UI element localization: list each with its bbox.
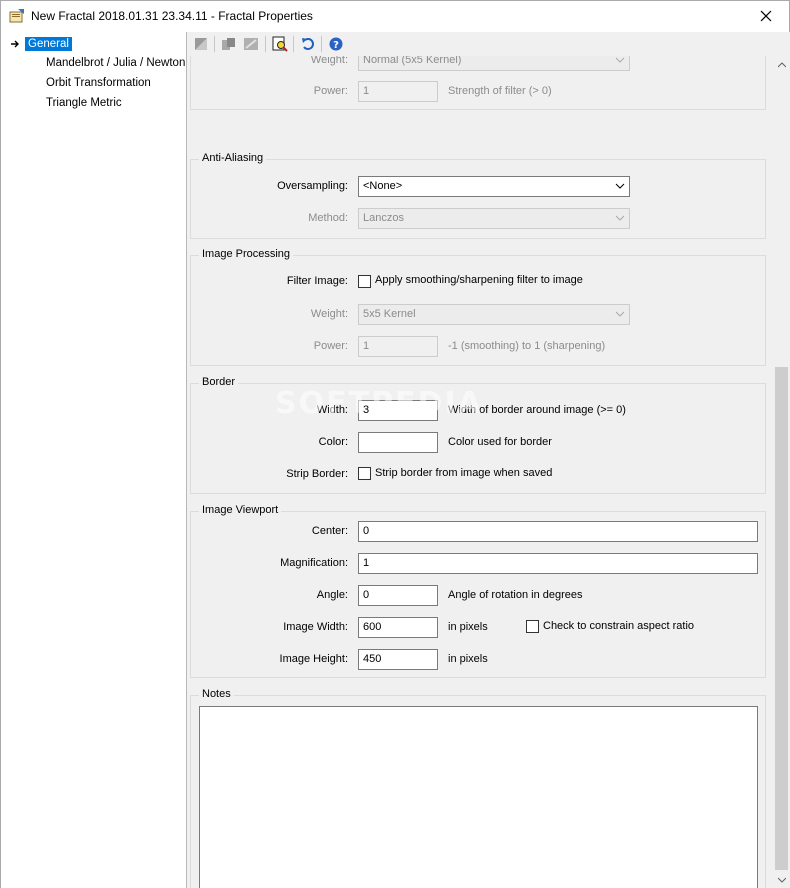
undo-icon	[302, 38, 314, 50]
chevron-down-icon	[615, 215, 625, 221]
scroll-down-button[interactable]	[773, 871, 790, 888]
angle-hint: Angle of rotation in degrees	[448, 589, 583, 601]
copy-settings-icon	[222, 38, 235, 50]
properties-content: Weight: Normal (5x5 Kernel) Power: 1 Str…	[187, 56, 773, 888]
notes-textarea[interactable]	[199, 706, 758, 888]
image-height-input[interactable]: 450	[358, 649, 438, 670]
image-viewport-title: Image Viewport	[199, 504, 282, 516]
image-processing-title: Image Processing	[199, 248, 294, 260]
image-height-hint: in pixels	[448, 653, 488, 665]
find-button[interactable]	[271, 35, 289, 53]
chevron-down-icon	[615, 57, 625, 63]
processing-power-label: Power:	[313, 340, 348, 352]
center-input[interactable]: 0	[358, 521, 758, 542]
border-width-hint: Width of border around image (>= 0)	[448, 404, 626, 416]
close-icon	[760, 10, 772, 22]
anti-aliasing-group: Anti-Aliasing Oversampling: <None> Metho…	[190, 152, 766, 239]
help-button[interactable]: ?	[327, 35, 345, 53]
scrollbar-thumb[interactable]	[775, 367, 788, 870]
oversampling-select[interactable]: <None>	[358, 176, 630, 197]
save-icon	[195, 38, 207, 50]
border-group: Border Width: 3 Width of border around i…	[190, 376, 766, 494]
notes-group: Notes	[190, 688, 766, 888]
border-width-label: Width:	[316, 404, 348, 416]
strip-border-checkbox-label[interactable]: Strip border from image when saved	[375, 467, 552, 479]
constrain-aspect-label[interactable]: Check to constrain aspect ratio	[543, 620, 694, 632]
tree-item-orbit-transformation[interactable]: Orbit Transformation	[46, 77, 151, 89]
notes-title: Notes	[199, 688, 234, 700]
processing-weight-label: Weight:	[310, 308, 348, 320]
image-width-label: Image Width:	[283, 621, 348, 633]
magnification-input[interactable]: 1	[358, 553, 758, 574]
tree-item-general[interactable]: General	[25, 37, 72, 51]
processing-weight-select: 5x5 Kernel	[358, 304, 630, 325]
vertical-scrollbar[interactable]	[773, 56, 790, 888]
partial-power-input: 1	[358, 81, 438, 102]
border-title: Border	[199, 376, 239, 388]
chevron-down-icon	[777, 877, 786, 883]
chevron-down-icon	[615, 311, 625, 317]
partial-weight-label: Weight:	[310, 56, 348, 66]
strip-border-label: Strip Border:	[286, 468, 348, 480]
magnification-label: Magnification:	[280, 557, 348, 569]
center-label: Center:	[311, 525, 348, 537]
chevron-up-icon	[777, 61, 786, 67]
category-tree: General Mandelbrot / Julia / Newton Orbi…	[1, 32, 187, 888]
title-bar: New Fractal 2018.01.31 23.34.11 - Fracta…	[1, 1, 789, 32]
toolbar: ?	[187, 32, 790, 56]
border-color-input[interactable]	[358, 432, 438, 453]
undo-button[interactable]	[299, 35, 317, 53]
paste-settings-button[interactable]	[242, 35, 260, 53]
scroll-up-button[interactable]	[773, 56, 790, 73]
image-viewport-group: Image Viewport Center: 0 Magnification: …	[190, 504, 766, 678]
tree-item-triangle-metric[interactable]: Triangle Metric	[46, 97, 122, 109]
strip-border-checkbox[interactable]	[358, 467, 371, 480]
processing-power-hint: -1 (smoothing) to 1 (sharpening)	[448, 340, 606, 352]
angle-input[interactable]: 0	[358, 585, 438, 606]
border-color-label: Color:	[318, 436, 348, 448]
constrain-aspect-checkbox[interactable]	[526, 620, 539, 633]
app-icon	[9, 8, 25, 24]
window-title: New Fractal 2018.01.31 23.34.11 - Fracta…	[31, 9, 313, 23]
image-processing-group: Image Processing Filter Image: Apply smo…	[190, 248, 766, 366]
chevron-down-icon	[615, 183, 625, 189]
filter-image-label: Filter Image:	[286, 275, 348, 287]
angle-label: Angle:	[316, 589, 348, 601]
paste-settings-icon	[244, 38, 258, 50]
copy-settings-button[interactable]	[220, 35, 238, 53]
border-color-hint: Color used for border	[448, 436, 552, 448]
anti-aliasing-title: Anti-Aliasing	[199, 152, 267, 164]
partial-filter-group: Weight: Normal (5x5 Kernel) Power: 1 Str…	[190, 56, 766, 110]
help-icon: ?	[329, 37, 343, 51]
filter-image-checkbox-label[interactable]: Apply smoothing/sharpening filter to ima…	[375, 274, 583, 286]
method-select: Lanczos	[358, 208, 630, 229]
partial-weight-select: Normal (5x5 Kernel)	[358, 56, 630, 71]
method-label: Method:	[308, 212, 348, 224]
image-width-hint: in pixels	[448, 621, 488, 633]
partial-power-hint: Strength of filter (> 0)	[448, 85, 552, 97]
arrow-right-icon	[11, 40, 19, 48]
image-height-label: Image Height:	[279, 653, 348, 665]
border-width-input[interactable]: 3	[358, 400, 438, 421]
save-button[interactable]	[192, 35, 210, 53]
properties-panel: ? Weight: Normal (5x5 Kernel) Power: 1 S…	[187, 32, 790, 888]
svg-text:?: ?	[333, 40, 339, 51]
partial-power-label: Power:	[313, 85, 348, 97]
oversampling-label: Oversampling:	[277, 180, 348, 192]
properties-window: New Fractal 2018.01.31 23.34.11 - Fracta…	[0, 0, 790, 888]
processing-power-input: 1	[358, 336, 438, 357]
image-width-input[interactable]: 600	[358, 617, 438, 638]
find-icon	[272, 36, 288, 52]
tree-item-mandelbrot[interactable]: Mandelbrot / Julia / Newton	[46, 57, 185, 69]
filter-image-checkbox[interactable]	[358, 275, 371, 288]
close-button[interactable]	[743, 1, 789, 31]
